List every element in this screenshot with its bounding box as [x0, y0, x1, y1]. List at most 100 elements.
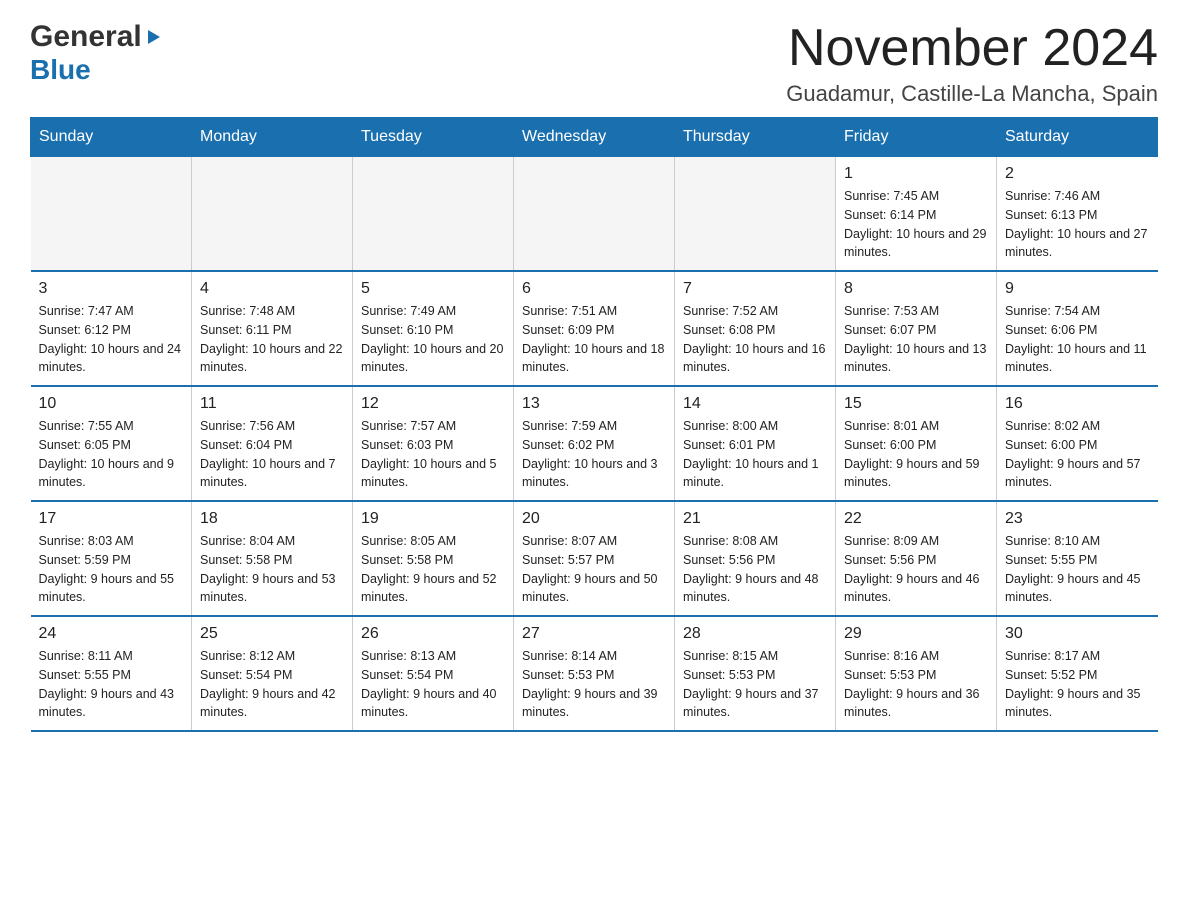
calendar-week-row: 10 Sunrise: 7:55 AM Sunset: 6:05 PM Dayli… [31, 386, 1158, 501]
day-info: Sunrise: 8:04 AM Sunset: 5:58 PM Dayligh… [200, 532, 344, 607]
column-header-friday: Friday [836, 118, 997, 157]
day-info: Sunrise: 8:14 AM Sunset: 5:53 PM Dayligh… [522, 647, 666, 722]
title-block: November 2024 Guadamur, Castille-La Manc… [786, 20, 1158, 107]
column-header-saturday: Saturday [997, 118, 1158, 157]
day-number: 22 [844, 510, 988, 528]
calendar-cell: 7 Sunrise: 7:52 AM Sunset: 6:08 PM Daylig… [675, 271, 836, 386]
calendar-cell: 30 Sunrise: 8:17 AM Sunset: 5:52 PM Dayli… [997, 616, 1158, 731]
day-number: 2 [1005, 165, 1150, 183]
calendar-cell: 26 Sunrise: 8:13 AM Sunset: 5:54 PM Dayli… [353, 616, 514, 731]
day-number: 5 [361, 280, 505, 298]
calendar-cell: 14Sunrise: 8:00 AM Sunset: 6:01 PM Dayli… [675, 386, 836, 501]
column-header-sunday: Sunday [31, 118, 192, 157]
calendar-cell: 6 Sunrise: 7:51 AM Sunset: 6:09 PM Daylig… [514, 271, 675, 386]
calendar-cell: 20Sunrise: 8:07 AM Sunset: 5:57 PM Dayli… [514, 501, 675, 616]
day-info: Sunrise: 7:51 AM Sunset: 6:09 PM Dayligh… [522, 302, 666, 377]
calendar-cell: 11 Sunrise: 7:56 AM Sunset: 6:04 PM Dayli… [192, 386, 353, 501]
day-info: Sunrise: 8:01 AM Sunset: 6:00 PM Dayligh… [844, 417, 988, 492]
day-number: 11 [200, 395, 344, 413]
calendar-cell: 17 Sunrise: 8:03 AM Sunset: 5:59 PM Dayli… [31, 501, 192, 616]
calendar-cell: 3 Sunrise: 7:47 AM Sunset: 6:12 PM Daylig… [31, 271, 192, 386]
day-number: 4 [200, 280, 344, 298]
calendar-cell: 4 Sunrise: 7:48 AM Sunset: 6:11 PM Daylig… [192, 271, 353, 386]
day-info: Sunrise: 8:17 AM Sunset: 5:52 PM Dayligh… [1005, 647, 1150, 722]
day-info: Sunrise: 7:47 AM Sunset: 6:12 PM Dayligh… [39, 302, 184, 377]
column-header-wednesday: Wednesday [514, 118, 675, 157]
day-info: Sunrise: 7:56 AM Sunset: 6:04 PM Dayligh… [200, 417, 344, 492]
day-info: Sunrise: 7:49 AM Sunset: 6:10 PM Dayligh… [361, 302, 505, 377]
day-info: Sunrise: 8:08 AM Sunset: 5:56 PM Dayligh… [683, 532, 827, 607]
calendar-week-row: 17 Sunrise: 8:03 AM Sunset: 5:59 PM Dayli… [31, 501, 1158, 616]
calendar-week-row: 24 Sunrise: 8:11 AM Sunset: 5:55 PM Dayli… [31, 616, 1158, 731]
month-title: November 2024 [786, 20, 1158, 77]
day-number: 25 [200, 625, 344, 643]
calendar-cell [192, 157, 353, 272]
day-info: Sunrise: 8:00 AM Sunset: 6:01 PM Dayligh… [683, 417, 827, 492]
day-info: Sunrise: 8:07 AM Sunset: 5:57 PM Dayligh… [522, 532, 666, 607]
calendar-cell: 2Sunrise: 7:46 AM Sunset: 6:13 PM Daylig… [997, 157, 1158, 272]
calendar-week-row: 1 Sunrise: 7:45 AM Sunset: 6:14 PM Daylig… [31, 157, 1158, 272]
day-number: 16 [1005, 395, 1150, 413]
day-number: 24 [39, 625, 184, 643]
calendar-header-row: SundayMondayTuesdayWednesdayThursdayFrid… [31, 118, 1158, 157]
day-info: Sunrise: 8:11 AM Sunset: 5:55 PM Dayligh… [39, 647, 184, 722]
day-info: Sunrise: 7:53 AM Sunset: 6:07 PM Dayligh… [844, 302, 988, 377]
column-header-monday: Monday [192, 118, 353, 157]
logo: General Blue [30, 20, 164, 86]
calendar-cell [514, 157, 675, 272]
day-info: Sunrise: 7:59 AM Sunset: 6:02 PM Dayligh… [522, 417, 666, 492]
day-number: 3 [39, 280, 184, 298]
column-header-tuesday: Tuesday [353, 118, 514, 157]
day-info: Sunrise: 8:09 AM Sunset: 5:56 PM Dayligh… [844, 532, 988, 607]
day-number: 1 [844, 165, 988, 183]
day-number: 15 [844, 395, 988, 413]
day-number: 17 [39, 510, 184, 528]
calendar-cell: 24 Sunrise: 8:11 AM Sunset: 5:55 PM Dayli… [31, 616, 192, 731]
location-subtitle: Guadamur, Castille-La Mancha, Spain [786, 81, 1158, 107]
day-number: 23 [1005, 510, 1150, 528]
day-number: 12 [361, 395, 505, 413]
calendar-cell: 16Sunrise: 8:02 AM Sunset: 6:00 PM Dayli… [997, 386, 1158, 501]
day-number: 30 [1005, 625, 1150, 643]
day-info: Sunrise: 7:54 AM Sunset: 6:06 PM Dayligh… [1005, 302, 1150, 377]
calendar-cell: 23 Sunrise: 8:10 AM Sunset: 5:55 PM Dayli… [997, 501, 1158, 616]
day-number: 21 [683, 510, 827, 528]
day-number: 8 [844, 280, 988, 298]
calendar-cell: 9 Sunrise: 7:54 AM Sunset: 6:06 PM Daylig… [997, 271, 1158, 386]
day-number: 27 [522, 625, 666, 643]
logo-arrow-icon [142, 26, 164, 53]
calendar-cell: 25 Sunrise: 8:12 AM Sunset: 5:54 PM Dayli… [192, 616, 353, 731]
day-number: 7 [683, 280, 827, 298]
logo-general-text: General [30, 20, 142, 54]
calendar-cell: 12 Sunrise: 7:57 AM Sunset: 6:03 PM Dayli… [353, 386, 514, 501]
day-number: 26 [361, 625, 505, 643]
calendar-cell: 8 Sunrise: 7:53 AM Sunset: 6:07 PM Daylig… [836, 271, 997, 386]
day-info: Sunrise: 8:15 AM Sunset: 5:53 PM Dayligh… [683, 647, 827, 722]
calendar-cell [353, 157, 514, 272]
day-info: Sunrise: 7:45 AM Sunset: 6:14 PM Dayligh… [844, 187, 988, 262]
day-info: Sunrise: 7:48 AM Sunset: 6:11 PM Dayligh… [200, 302, 344, 377]
day-info: Sunrise: 8:12 AM Sunset: 5:54 PM Dayligh… [200, 647, 344, 722]
calendar-cell [31, 157, 192, 272]
day-info: Sunrise: 8:13 AM Sunset: 5:54 PM Dayligh… [361, 647, 505, 722]
day-info: Sunrise: 8:03 AM Sunset: 5:59 PM Dayligh… [39, 532, 184, 607]
day-info: Sunrise: 8:16 AM Sunset: 5:53 PM Dayligh… [844, 647, 988, 722]
calendar-cell: 13Sunrise: 7:59 AM Sunset: 6:02 PM Dayli… [514, 386, 675, 501]
day-number: 10 [39, 395, 184, 413]
day-info: Sunrise: 8:10 AM Sunset: 5:55 PM Dayligh… [1005, 532, 1150, 607]
calendar-week-row: 3 Sunrise: 7:47 AM Sunset: 6:12 PM Daylig… [31, 271, 1158, 386]
day-number: 9 [1005, 280, 1150, 298]
day-number: 6 [522, 280, 666, 298]
day-info: Sunrise: 7:57 AM Sunset: 6:03 PM Dayligh… [361, 417, 505, 492]
calendar-cell: 27 Sunrise: 8:14 AM Sunset: 5:53 PM Dayli… [514, 616, 675, 731]
day-info: Sunrise: 7:55 AM Sunset: 6:05 PM Dayligh… [39, 417, 184, 492]
day-info: Sunrise: 7:52 AM Sunset: 6:08 PM Dayligh… [683, 302, 827, 377]
calendar-cell: 21 Sunrise: 8:08 AM Sunset: 5:56 PM Dayli… [675, 501, 836, 616]
calendar-table: SundayMondayTuesdayWednesdayThursdayFrid… [30, 117, 1158, 732]
calendar-cell: 5 Sunrise: 7:49 AM Sunset: 6:10 PM Daylig… [353, 271, 514, 386]
logo-blue-text: Blue [30, 54, 91, 85]
calendar-cell: 29 Sunrise: 8:16 AM Sunset: 5:53 PM Dayli… [836, 616, 997, 731]
day-number: 18 [200, 510, 344, 528]
calendar-cell: 1 Sunrise: 7:45 AM Sunset: 6:14 PM Daylig… [836, 157, 997, 272]
day-number: 29 [844, 625, 988, 643]
